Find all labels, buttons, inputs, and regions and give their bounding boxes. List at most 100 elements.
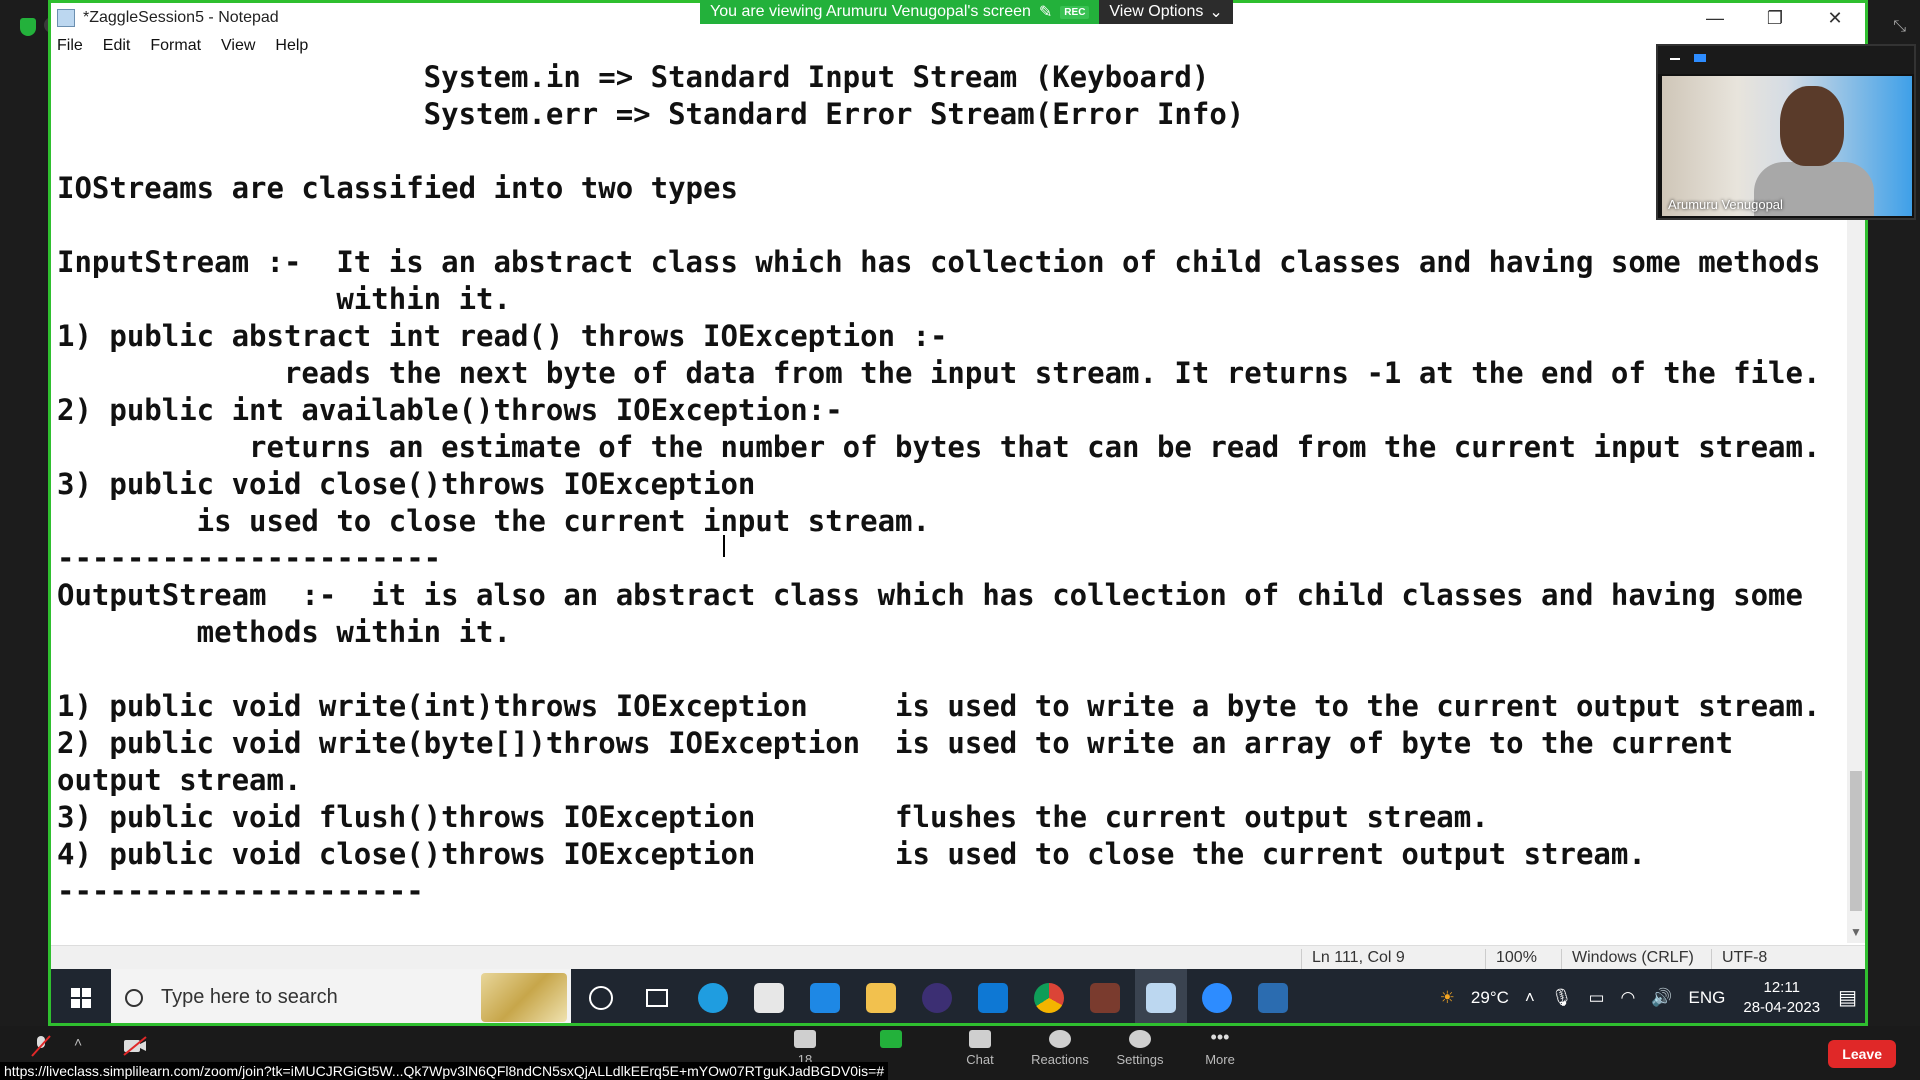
share-screen-icon <box>880 1030 902 1048</box>
menu-bar: File Edit Format View Help <box>51 33 1865 59</box>
reactions-label: Reactions <box>1031 1052 1089 1067</box>
text-line: --------------------- <box>57 874 424 908</box>
system-tray: ☀ 29°C ˄ 🎙 ▭ ◠ 🔊 ENG 12:11 28-04-2023 ▤ <box>1432 969 1865 1023</box>
status-url: https://liveclass.simplilearn.com/zoom/j… <box>0 1062 889 1080</box>
participants-icon <box>794 1030 816 1048</box>
video-tile-header <box>1658 46 1914 74</box>
text-line: returns an estimate of the number of byt… <box>57 430 1821 464</box>
text-editor[interactable]: System.in => Standard Input Stream (Keyb… <box>51 59 1857 919</box>
video-layout-icon[interactable] <box>1694 54 1706 62</box>
scroll-down-icon[interactable]: ▼ <box>1847 925 1865 943</box>
text-line: methods within it. <box>57 615 511 649</box>
stop-video-icon[interactable] <box>122 1036 148 1056</box>
taskbar-search[interactable]: Type here to search <box>111 969 571 1023</box>
microphone-icon[interactable]: 🎙 <box>1551 988 1573 1008</box>
photos-icon[interactable] <box>1247 969 1299 1023</box>
temperature[interactable]: 29°C <box>1471 988 1509 1008</box>
vscode-icon[interactable] <box>967 969 1019 1023</box>
view-options-label: View Options <box>1109 3 1204 20</box>
minimize-button[interactable]: — <box>1685 3 1745 33</box>
weather-icon[interactable]: ☀ <box>1440 988 1455 1008</box>
status-bar: Ln 111, Col 9 100% Windows (CRLF) UTF-8 <box>51 945 1865 970</box>
menu-view[interactable]: View <box>221 37 255 55</box>
text-line: 3) public void flush()throws IOException… <box>57 800 1489 834</box>
mute-microphone-icon[interactable] <box>30 1034 52 1058</box>
windows-taskbar: Type here to search ☀ 29°C ˄ 🎙 ▭ ◠ 🔊 ENG… <box>51 969 1865 1023</box>
language-indicator[interactable]: ENG <box>1689 988 1726 1008</box>
eclipse-icon[interactable] <box>911 969 963 1023</box>
more-button[interactable]: ••• More <box>1185 1028 1255 1067</box>
pin-icon: ✎ <box>1038 4 1053 21</box>
cortana-icon[interactable] <box>575 969 627 1023</box>
text-line: ---------------------- <box>57 541 442 575</box>
menu-file[interactable]: File <box>57 37 83 55</box>
clock[interactable]: 12:11 28-04-2023 <box>1743 978 1820 1018</box>
exit-fullscreen-icon[interactable]: ⤡ <box>1893 18 1906 36</box>
participant-face <box>1780 86 1844 166</box>
reactions-icon <box>1049 1030 1071 1048</box>
restore-button[interactable]: ❐ <box>1745 3 1805 33</box>
menu-edit[interactable]: Edit <box>103 37 131 55</box>
view-options-button[interactable]: View Options ⌄ <box>1099 0 1233 24</box>
notepad-taskbar-icon[interactable] <box>1135 969 1187 1023</box>
audio-options-icon[interactable]: ˄ <box>74 1034 82 1050</box>
encoding: UTF-8 <box>1711 949 1767 969</box>
windows-logo-icon <box>71 987 91 1008</box>
reactions-button[interactable]: Reactions <box>1025 1030 1095 1067</box>
text-line: IOStreams are classified into two types <box>57 171 738 205</box>
wifi-icon[interactable]: ◠ <box>1621 988 1636 1008</box>
settings-button[interactable]: Settings <box>1105 1030 1175 1067</box>
text-line: InputStream :- It is an abstract class w… <box>57 245 1821 279</box>
store-icon[interactable] <box>743 969 795 1023</box>
text-line: OutputStream :- it is also an abstract c… <box>57 578 1803 612</box>
search-placeholder: Type here to search <box>161 986 338 1008</box>
leave-button[interactable]: Leave <box>1828 1040 1896 1068</box>
speaker-icon[interactable]: 🔊 <box>1651 988 1672 1008</box>
text-line: within it. <box>57 282 511 316</box>
viewing-notice-text: You are viewing Arumuru Venugopal's scre… <box>710 3 1031 20</box>
edge-icon[interactable] <box>687 969 739 1023</box>
chrome-icon[interactable] <box>1023 969 1075 1023</box>
close-button[interactable]: ✕ <box>1805 3 1865 33</box>
text-line: 2) public void write(byte[])throws IOExc… <box>57 726 1734 760</box>
clock-date: 28-04-2023 <box>1743 998 1821 1016</box>
minimize-video-icon[interactable] <box>1670 58 1680 60</box>
security-shield-icon <box>20 18 36 36</box>
chat-icon <box>969 1030 991 1048</box>
text-caret <box>723 535 725 557</box>
start-button[interactable] <box>51 969 111 1023</box>
chat-label: Chat <box>966 1052 994 1067</box>
text-line: 4) public void close()throws IOException… <box>57 837 1646 871</box>
gear-icon <box>1129 1030 1151 1048</box>
zoom-app-icon[interactable] <box>1191 969 1243 1023</box>
notepad-app-icon <box>57 9 75 27</box>
search-icon <box>125 988 143 1007</box>
app-icon[interactable] <box>1079 969 1131 1023</box>
menu-help[interactable]: Help <box>275 37 308 55</box>
scrollbar-thumb[interactable] <box>1850 771 1862 911</box>
text-line: System.err => Standard Error Stream(Erro… <box>57 97 1245 131</box>
menu-format[interactable]: Format <box>150 37 201 55</box>
battery-icon[interactable]: ▭ <box>1588 988 1604 1008</box>
text-line: 2) public int available()throws IOExcept… <box>57 393 843 427</box>
chat-button[interactable]: Chat <box>945 1030 1015 1067</box>
participant-name: Arumuru Venugopal <box>1668 197 1783 212</box>
task-view-icon[interactable] <box>631 969 683 1023</box>
notifications-icon[interactable]: ▤ <box>1838 985 1857 1010</box>
share-banner: You are viewing Arumuru Venugopal's scre… <box>700 0 1233 24</box>
search-highlight-image <box>481 973 567 1022</box>
file-explorer-icon[interactable] <box>855 969 907 1023</box>
shared-screen: *ZaggleSession5 - Notepad — ❐ ✕ File Edi… <box>48 0 1868 1026</box>
chevron-down-icon: ⌄ <box>1209 4 1223 21</box>
participant-video-tile[interactable]: Arumuru Venugopal <box>1656 44 1916 220</box>
line-ending: Windows (CRLF) <box>1561 949 1694 969</box>
settings-label: Settings <box>1116 1052 1164 1067</box>
share-screen-button[interactable] <box>856 1030 926 1052</box>
text-line: 3) public void close()throws IOException <box>57 467 756 501</box>
chevron-up-icon[interactable]: ˄ <box>1525 988 1535 1008</box>
text-line: 1) public void write(int)throws IOExcept… <box>57 689 1821 723</box>
text-line: System.in => Standard Input Stream (Keyb… <box>57 60 1210 94</box>
participant-video: Arumuru Venugopal <box>1662 76 1912 216</box>
rec-indicator: REC <box>1060 5 1090 19</box>
mail-icon[interactable] <box>799 969 851 1023</box>
